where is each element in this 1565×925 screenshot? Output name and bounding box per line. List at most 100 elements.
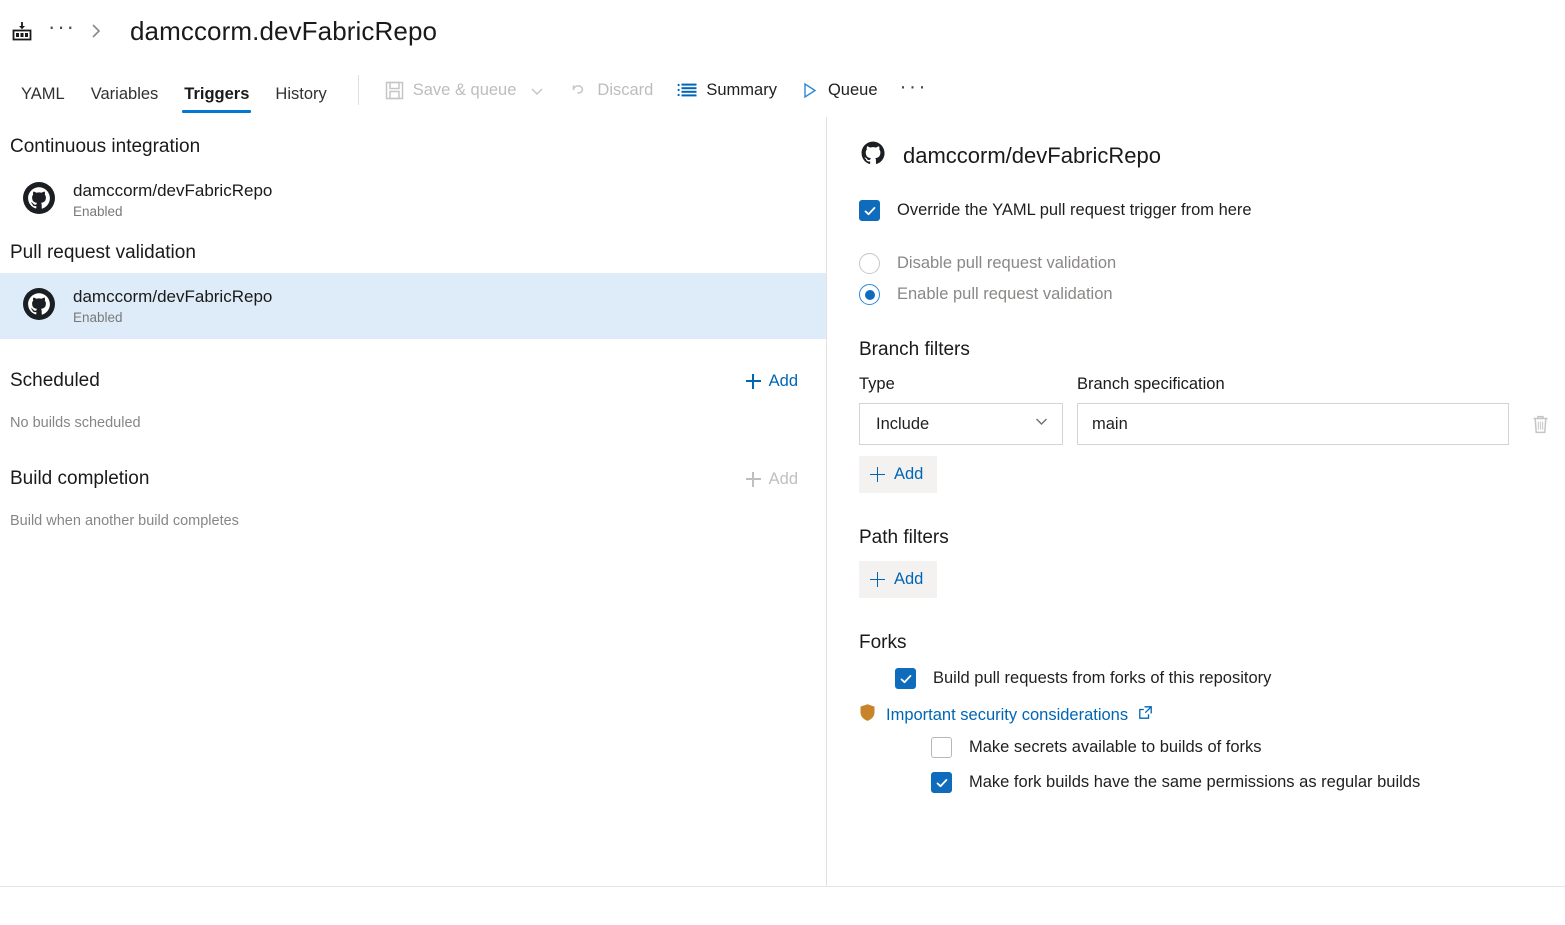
plus-icon: [870, 467, 885, 482]
section-continuous-integration: Continuous integration: [0, 127, 826, 167]
breadcrumb: ··· damccorm.devFabricRepo: [0, 0, 1565, 62]
delete-branch-filter-button[interactable]: [1523, 403, 1557, 445]
save-icon: [385, 81, 404, 100]
make-secrets-available-checkbox-row[interactable]: Make secrets available to builds of fork…: [931, 737, 1565, 758]
branch-specification-label: Branch specification: [1077, 375, 1509, 394]
section-title-pull-request-validation: Pull request validation: [10, 242, 196, 264]
tab-list: YAML Variables Triggers History: [8, 62, 340, 117]
section-pull-request-validation: Pull request validation: [0, 233, 826, 273]
add-scheduled-label: Add: [769, 372, 798, 391]
add-branch-filter-label: Add: [894, 465, 923, 484]
build-from-forks-label: Build pull requests from forks of this r…: [933, 669, 1271, 688]
scheduled-empty-text: No builds scheduled: [0, 401, 826, 431]
add-path-filter-label: Add: [894, 570, 923, 589]
bottom-divider: [0, 886, 1565, 887]
add-scheduled-button[interactable]: Add: [746, 372, 798, 391]
make-secrets-available-label: Make secrets available to builds of fork…: [969, 738, 1262, 757]
add-build-completion-button[interactable]: Add: [746, 470, 798, 489]
toolbar-actions: Save & queue Discard: [373, 76, 940, 117]
summary-label: Summary: [706, 81, 777, 100]
build-from-forks-checkbox-row[interactable]: Build pull requests from forks of this r…: [895, 668, 1565, 689]
trigger-name: damccorm/devFabricRepo: [73, 287, 272, 307]
build-completion-empty-text: Build when another build completes: [0, 499, 826, 529]
radio-selected-icon[interactable]: [859, 284, 880, 305]
fork-builds-permissions-label: Make fork builds have the same permissio…: [969, 773, 1420, 792]
pipeline-build-icon[interactable]: [8, 17, 36, 45]
tab-variables[interactable]: Variables: [78, 85, 172, 117]
page-title: damccorm.devFabricRepo: [130, 16, 437, 47]
checkbox-checked-icon[interactable]: [859, 200, 880, 221]
trigger-item-continuous-integration[interactable]: damccorm/devFabricRepo Enabled: [0, 167, 826, 233]
details-repo-title: damccorm/devFabricRepo: [903, 143, 1161, 169]
breadcrumb-overflow[interactable]: ···: [36, 16, 88, 46]
branch-filter-type-value: Include: [876, 415, 929, 434]
toolbar: YAML Variables Triggers History Save & q…: [0, 62, 1565, 117]
checkbox-checked-icon[interactable]: [931, 772, 952, 793]
section-title-build-completion: Build completion: [10, 468, 149, 490]
save-and-queue-button[interactable]: Save & queue: [373, 77, 558, 104]
triggers-list-pane: Continuous integration damccorm/devFabri…: [0, 117, 826, 887]
discard-label: Discard: [597, 81, 653, 100]
chevron-down-icon[interactable]: [529, 83, 545, 99]
security-considerations-label: Important security considerations: [886, 706, 1128, 725]
checkbox-checked-icon[interactable]: [895, 668, 916, 689]
discard-button[interactable]: Discard: [557, 77, 665, 104]
section-title-scheduled: Scheduled: [10, 370, 100, 392]
more-options-button[interactable]: ···: [890, 76, 940, 105]
add-path-filter-button[interactable]: Add: [859, 561, 937, 598]
radio-enable-pr-validation-label: Enable pull request validation: [897, 285, 1113, 304]
checkbox-unchecked-icon[interactable]: [931, 737, 952, 758]
queue-button[interactable]: Queue: [789, 77, 890, 104]
github-icon: [859, 139, 887, 172]
override-yaml-trigger-checkbox-row[interactable]: Override the YAML pull request trigger f…: [859, 200, 1565, 221]
radio-disable-pr-validation[interactable]: Disable pull request validation: [859, 253, 1565, 274]
tab-history[interactable]: History: [262, 85, 339, 117]
radio-dot: [865, 290, 875, 300]
forks-title: Forks: [859, 632, 1565, 654]
shield-icon: [859, 703, 876, 727]
radio-unselected-icon[interactable]: [859, 253, 880, 274]
radio-enable-pr-validation[interactable]: Enable pull request validation: [859, 284, 1565, 305]
github-icon: [22, 181, 56, 220]
plus-icon: [746, 374, 761, 389]
details-header: damccorm/devFabricRepo: [859, 139, 1565, 172]
play-triangle-icon: [801, 81, 819, 100]
branch-filters-title: Branch filters: [859, 339, 1565, 361]
add-build-completion-label: Add: [769, 470, 798, 489]
tab-triggers[interactable]: Triggers: [171, 85, 262, 117]
undo-icon: [569, 81, 588, 100]
section-build-completion: Build completion Add: [0, 459, 826, 499]
branch-filter-type-column: Type Include: [859, 375, 1063, 445]
queue-label: Queue: [828, 81, 878, 100]
trigger-status: Enabled: [73, 310, 272, 325]
save-and-queue-label: Save & queue: [413, 81, 517, 100]
trigger-text: damccorm/devFabricRepo Enabled: [73, 181, 272, 219]
fork-builds-permissions-checkbox-row[interactable]: Make fork builds have the same permissio…: [931, 772, 1565, 793]
spacer: [859, 235, 1565, 253]
branch-filter-row: Type Include Branch specification main: [859, 375, 1565, 445]
branch-specification-value: main: [1092, 415, 1128, 434]
override-yaml-trigger-label: Override the YAML pull request trigger f…: [897, 201, 1252, 220]
branch-filter-type-select[interactable]: Include: [859, 403, 1063, 445]
trigger-text: damccorm/devFabricRepo Enabled: [73, 287, 272, 325]
external-link-icon: [1138, 705, 1153, 725]
summary-button[interactable]: Summary: [665, 77, 789, 104]
add-branch-filter-button[interactable]: Add: [859, 456, 937, 493]
section-title-continuous-integration: Continuous integration: [10, 136, 200, 158]
trigger-item-pull-request-validation[interactable]: damccorm/devFabricRepo Enabled: [0, 273, 826, 339]
trigger-details-pane: damccorm/devFabricRepo Override the YAML…: [827, 117, 1565, 887]
branch-specification-input[interactable]: main: [1077, 403, 1509, 445]
chevron-down-icon: [1033, 413, 1050, 435]
branch-filter-type-label: Type: [859, 375, 1063, 394]
trigger-status: Enabled: [73, 204, 272, 219]
tab-yaml[interactable]: YAML: [8, 85, 78, 117]
toolbar-divider: [358, 75, 359, 105]
github-icon: [22, 287, 56, 326]
section-scheduled: Scheduled Add: [0, 361, 826, 401]
plus-icon: [870, 572, 885, 587]
trigger-name: damccorm/devFabricRepo: [73, 181, 272, 201]
radio-disable-pr-validation-label: Disable pull request validation: [897, 254, 1116, 273]
path-filters-title: Path filters: [859, 527, 1565, 549]
security-considerations-link[interactable]: Important security considerations: [859, 703, 1565, 727]
content-area: Continuous integration damccorm/devFabri…: [0, 117, 1565, 887]
